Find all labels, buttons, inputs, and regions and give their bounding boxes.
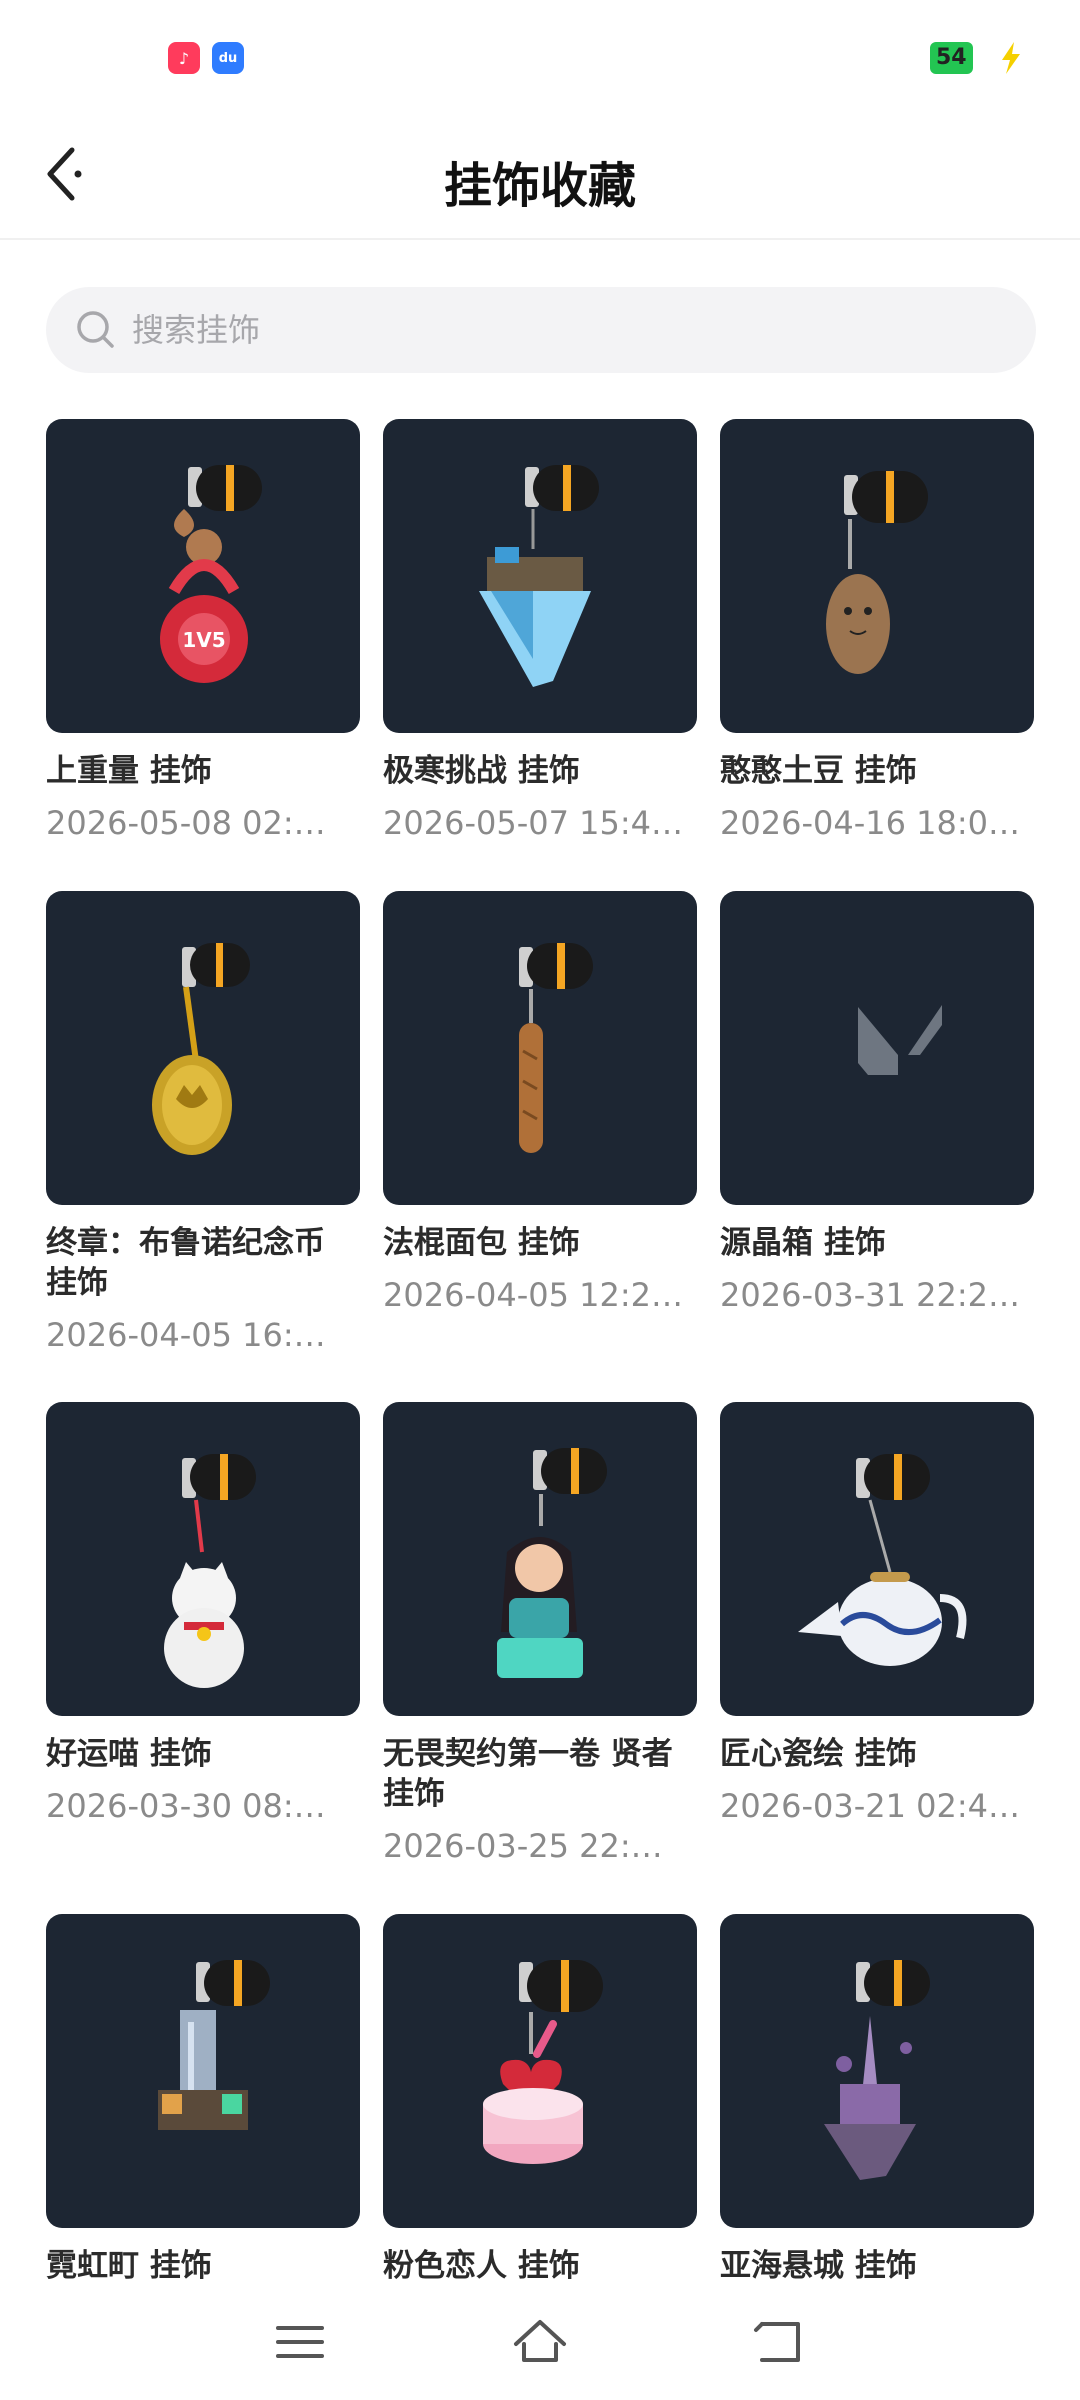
charm-title: 好运喵 挂饰 [46, 1736, 212, 1772]
charm-card[interactable]: 极寒挑战 挂饰 2026-05-07 15:4… [383, 419, 697, 843]
system-nav-bar [0, 2286, 1080, 2400]
charm-title: 上重量 挂饰 [46, 753, 212, 789]
coin-charm-icon [152, 943, 250, 1155]
charm-title: 源晶箱 挂饰 [720, 1225, 886, 1261]
charm-thumbnail[interactable] [383, 419, 697, 733]
charm-date: 2026-04-05 12:2… [383, 1276, 683, 1314]
charm-grid: 1V5 上重量 挂饰 2026-05-08 02:… 极寒挑战 挂饰 2026-… [0, 0, 1080, 2300]
lucky-cat-charm-icon [164, 1454, 256, 1688]
charm-title: 匠心瓷绘 挂饰 [720, 1736, 917, 1772]
charm-thumbnail[interactable] [383, 1914, 697, 2228]
charm-card[interactable]: 无畏契约第一卷 贤者 挂饰 2026-03-25 22:… [383, 1402, 697, 1866]
heart-cake-charm-icon [483, 1960, 603, 2164]
home-icon[interactable] [508, 2310, 572, 2374]
charm-thumbnail[interactable] [720, 1402, 1034, 1716]
charm-date: 2026-04-05 16:… [46, 1316, 326, 1354]
charm-card[interactable]: 法棍面包 挂饰 2026-04-05 12:2… [383, 891, 697, 1315]
ice-island-charm-icon [479, 465, 599, 687]
floating-castle-charm-icon [824, 1960, 930, 2180]
sage-figure-charm-icon [497, 1448, 607, 1678]
charm-title: 极寒挑战 挂饰 [383, 753, 580, 789]
charm-date: 2026-03-30 08:… [46, 1787, 326, 1825]
charm-card[interactable]: 源晶箱 挂饰 2026-03-31 22:2… [720, 891, 1034, 1315]
charm-thumbnail[interactable] [46, 1914, 360, 2228]
potato-charm-icon [826, 471, 928, 674]
charm-thumbnail[interactable] [46, 891, 360, 1205]
menu-icon[interactable] [268, 2310, 332, 2374]
charm-title: 法棍面包 挂饰 [383, 1225, 580, 1261]
charm-card[interactable]: 粉色恋人 挂饰 [383, 1914, 697, 2298]
charm-title: 无畏契约第一卷 贤者 挂饰 [383, 1736, 673, 1812]
charm-title: 憨憨土豆 挂饰 [720, 753, 917, 789]
baguette-charm-icon [519, 943, 593, 1153]
svg-text:1V5: 1V5 [182, 628, 225, 652]
charm-card[interactable]: 1V5 上重量 挂饰 2026-05-08 02:… [46, 419, 360, 843]
charm-date: 2026-04-16 18:0… [720, 804, 1020, 842]
charm-thumbnail[interactable] [720, 891, 1034, 1205]
charm-card[interactable]: 憨憨土豆 挂饰 2026-04-16 18:0… [720, 419, 1034, 843]
charm-thumbnail[interactable] [720, 419, 1034, 733]
charm-date: 2026-05-07 15:4… [383, 804, 683, 842]
valorant-logo-icon [858, 1005, 942, 1075]
charm-card[interactable]: 好运喵 挂饰 2026-03-30 08:… [46, 1402, 360, 1826]
charm-date: 2026-05-08 02:… [46, 804, 326, 842]
charm-date: 2026-03-21 02:4… [720, 1787, 1020, 1825]
charm-thumbnail[interactable]: 1V5 [46, 419, 360, 733]
charm-card[interactable]: 亚海悬城 挂饰 [720, 1914, 1034, 2298]
teapot-charm-icon [798, 1454, 967, 1666]
charm-card[interactable]: 匠心瓷绘 挂饰 2026-03-21 02:4… [720, 1402, 1034, 1826]
back-arrow-icon[interactable] [748, 2310, 812, 2374]
charm-card[interactable]: 终章：布鲁诺纪念币 挂饰 2026-04-05 16:… [46, 891, 360, 1355]
charm-thumbnail[interactable] [383, 1402, 697, 1716]
charm-date: 2026-03-31 22:2… [720, 1276, 1020, 1314]
charm-title: 终章：布鲁诺纪念币 挂饰 [46, 1225, 325, 1301]
charm-thumbnail[interactable] [46, 1402, 360, 1716]
charm-title: 霓虹町 挂饰 [46, 2248, 212, 2284]
charm-card[interactable]: 霓虹町 挂饰 [46, 1914, 360, 2298]
charm-date: 2026-03-25 22:… [383, 1827, 663, 1865]
kettlebell-charm-icon: 1V5 [160, 465, 262, 683]
neon-city-charm-icon [158, 1960, 270, 2130]
charm-thumbnail[interactable] [720, 1914, 1034, 2228]
charm-title: 亚海悬城 挂饰 [720, 2248, 917, 2284]
charm-title: 粉色恋人 挂饰 [383, 2248, 580, 2284]
charm-thumbnail[interactable] [383, 891, 697, 1205]
